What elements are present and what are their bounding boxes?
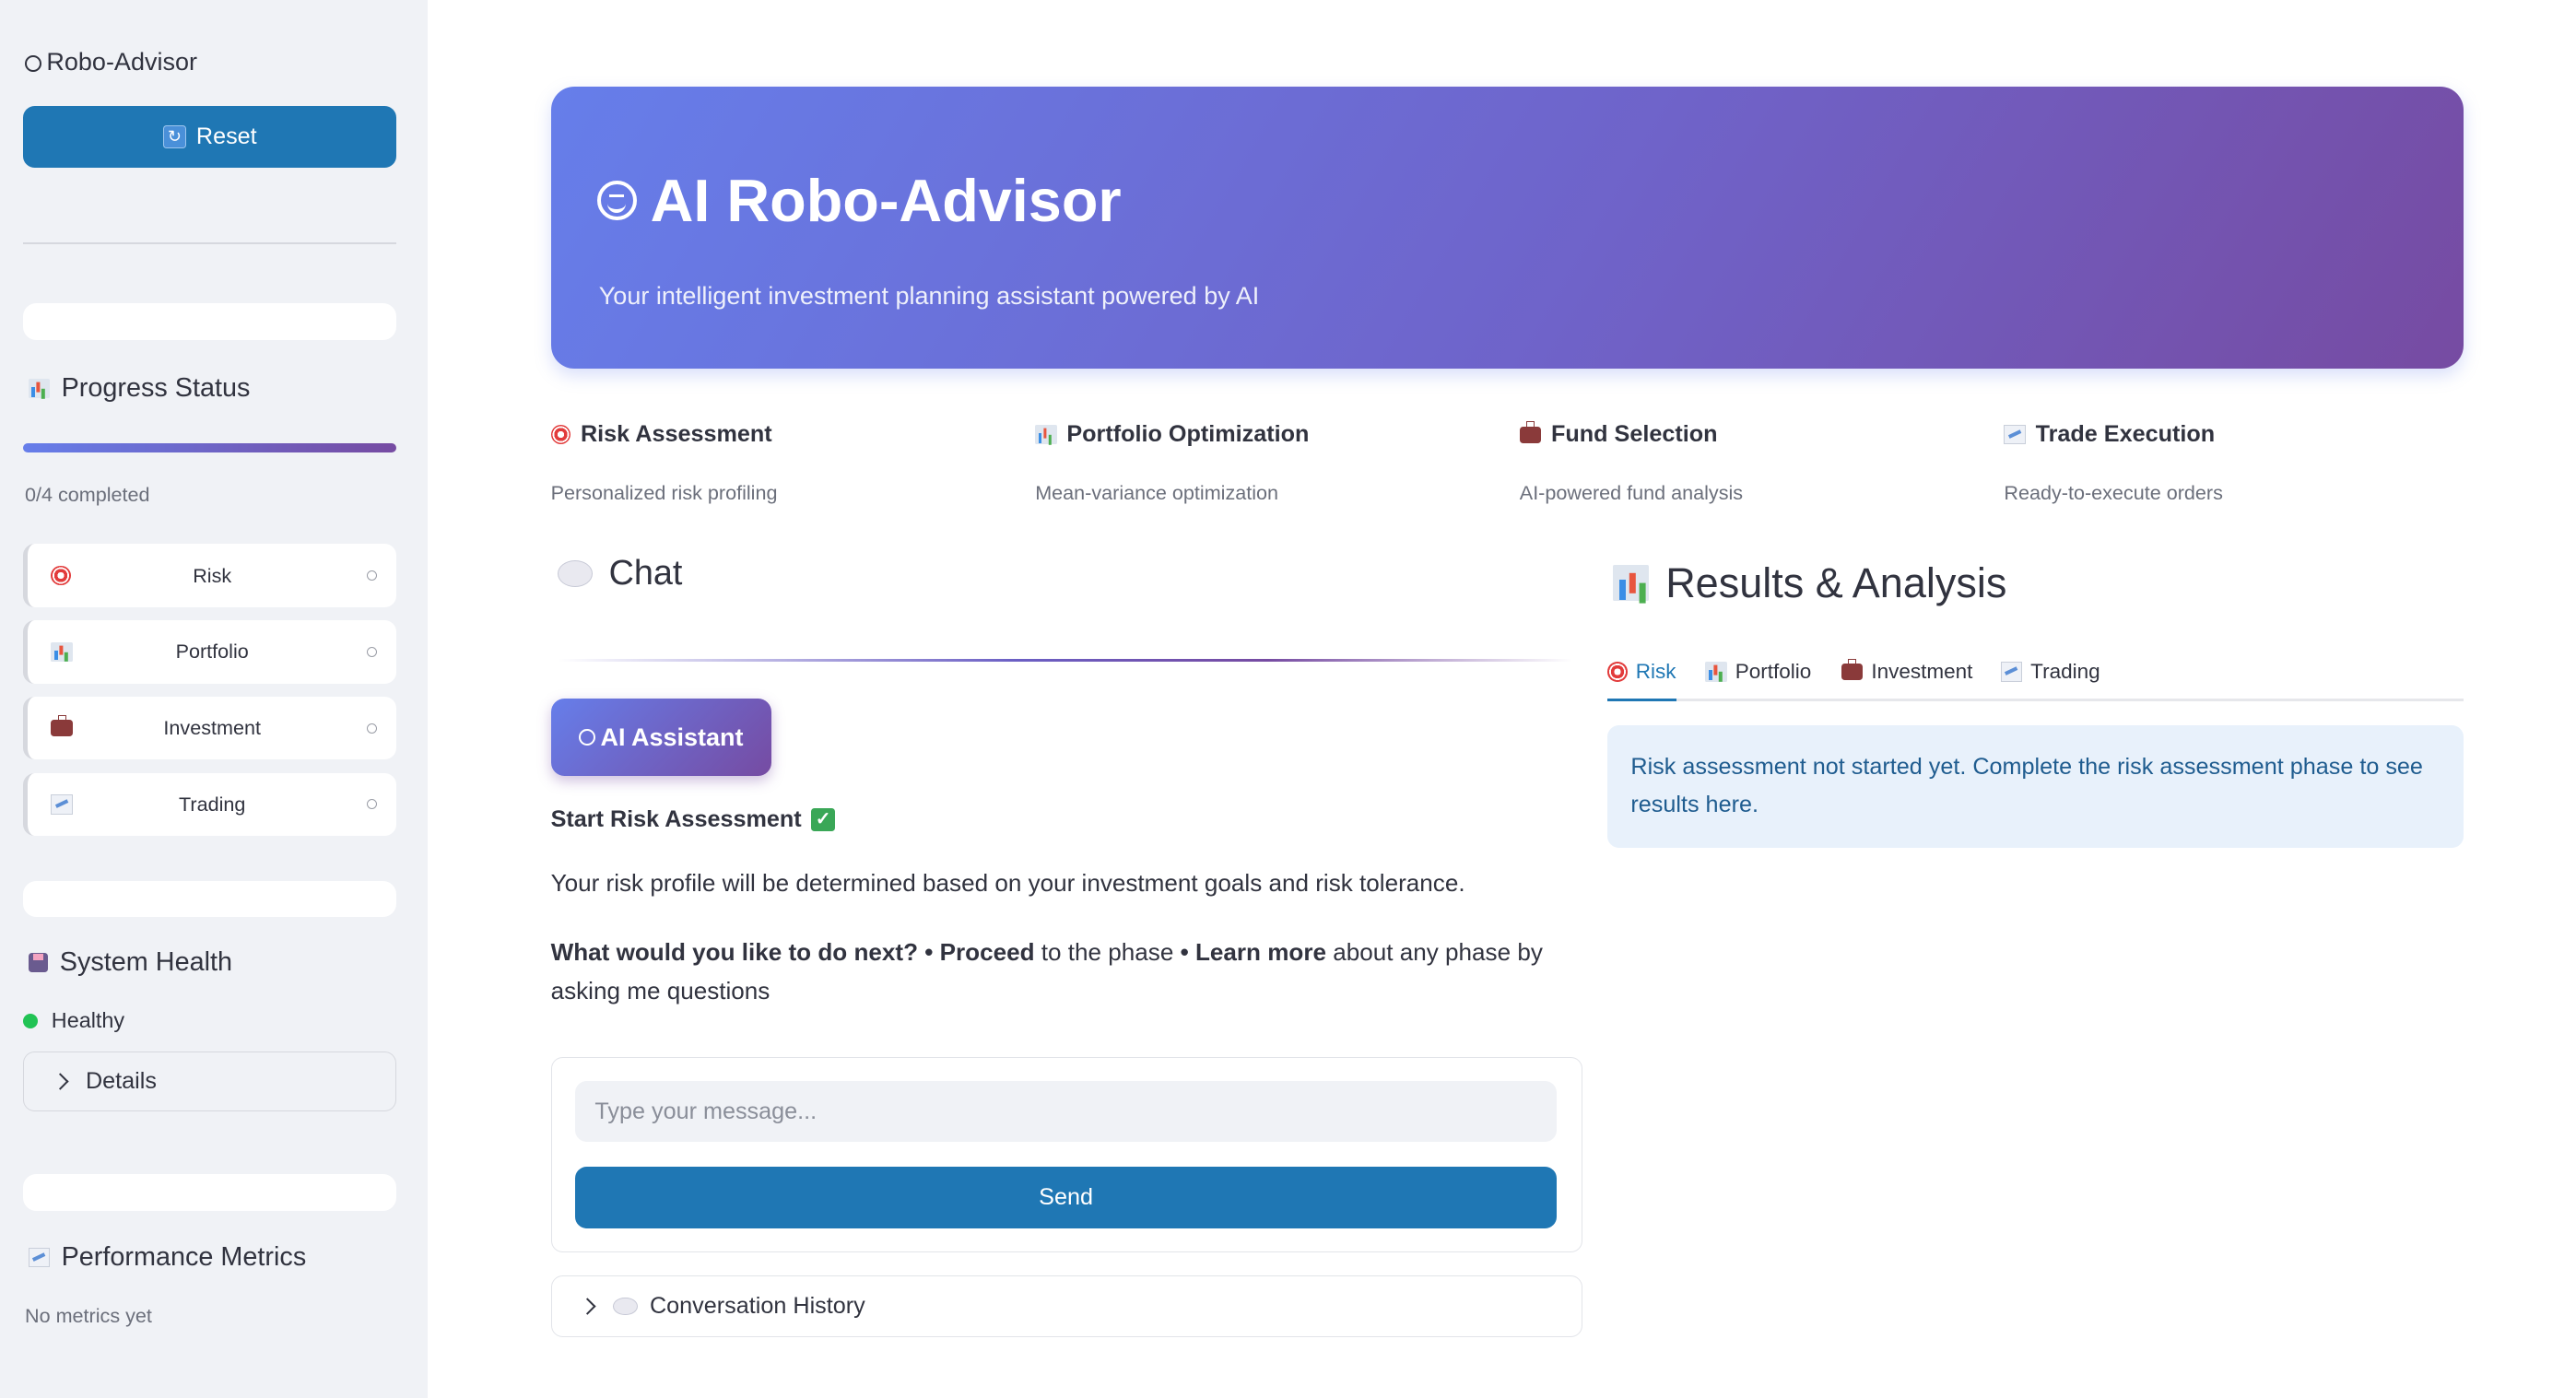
hero-subtitle: Your intelligent investment planning ass… (598, 281, 1260, 310)
floppy-disk-icon (28, 952, 49, 973)
details-label: Details (85, 1068, 157, 1095)
feature-title: Trade Execution (2035, 421, 2216, 448)
feature-portfolio-optimization: Portfolio Optimization Mean-variance opt… (1035, 421, 1309, 505)
phase-item-trading[interactable]: Trading (23, 772, 397, 837)
feature-risk-assessment: Risk Assessment Personalized risk profil… (550, 421, 778, 505)
message-title: Start Risk Assessment ✓ (551, 806, 835, 833)
risk-info-message: Risk assessment not started yet. Complet… (1607, 724, 2464, 848)
pending-circle-icon (366, 646, 377, 657)
sidebar-title: Robo-Advisor (25, 48, 197, 76)
feature-description: Personalized risk profiling (550, 481, 778, 505)
briefcase-icon (1519, 421, 1542, 443)
details-expander[interactable]: Details (23, 1051, 397, 1111)
message-next-steps: What would you like to do next? • Procee… (550, 938, 1543, 1004)
tab-trading[interactable]: Trading (2000, 645, 2100, 699)
sidebar-spacer-card (23, 1174, 397, 1211)
refresh-icon: ↻ (162, 124, 187, 149)
tab-portfolio[interactable]: Portfolio (1705, 645, 1811, 699)
chevron-right-icon (579, 1298, 596, 1315)
feature-trade-execution: Trade Execution Ready-to-execute orders (2004, 421, 2223, 505)
sidebar-spacer-card (23, 303, 397, 340)
ai-assistant-badge: AI Assistant (550, 698, 771, 777)
conversation-history-expander[interactable]: Conversation History (550, 1275, 1583, 1337)
pending-circle-icon (366, 722, 377, 734)
briefcase-icon (51, 714, 73, 737)
phase-item-portfolio[interactable]: Portfolio (23, 620, 397, 684)
message-paragraph: Your risk profile will be determined bas… (550, 869, 1465, 898)
send-button[interactable]: Send (574, 1167, 1558, 1228)
phase-item-investment[interactable]: Investment (23, 697, 397, 760)
robot-face-icon (596, 180, 638, 221)
trend-icon (2000, 662, 2023, 682)
phase-item-label: Trading (179, 792, 246, 816)
speech-bubble-icon (557, 560, 593, 588)
conversation-history-label: Conversation History (649, 1292, 865, 1319)
phase-item-label: Risk (193, 563, 232, 587)
sidebar-divider (23, 241, 397, 244)
reset-button-label: Reset (195, 123, 257, 149)
results-heading: Results & Analysis (1612, 559, 2006, 607)
tab-risk[interactable]: Risk (1607, 645, 1677, 702)
target-icon (550, 424, 571, 445)
chat-heading: Chat (557, 554, 682, 593)
briefcase-icon (1841, 658, 1864, 680)
sidebar-spacer-card (23, 880, 397, 918)
chart-icon (28, 378, 50, 399)
chat-input-form: Send (550, 1056, 1583, 1252)
chart-icon (1612, 564, 1650, 602)
performance-heading: Performance Metrics (28, 1242, 306, 1273)
feature-description: Ready-to-execute orders (2004, 481, 2223, 505)
feature-fund-selection: Fund Selection AI-powered fund analysis (1519, 421, 1744, 505)
health-status-text: Healthy (51, 1008, 125, 1033)
reset-button[interactable]: ↻ Reset (23, 106, 397, 168)
pending-circle-icon (366, 570, 377, 582)
feature-description: Mean-variance optimization (1035, 481, 1279, 505)
chart-icon (1035, 424, 1057, 445)
trend-icon (28, 1247, 50, 1268)
feature-description: AI-powered fund analysis (1519, 481, 1744, 505)
feature-title: Risk Assessment (580, 421, 772, 448)
phase-item-label: Investment (163, 716, 261, 740)
phase-item-label: Portfolio (175, 640, 249, 664)
feature-title: Fund Selection (1550, 421, 1718, 448)
health-status-dot (23, 1013, 39, 1028)
target-icon (1607, 662, 1628, 682)
chart-icon (1705, 662, 1727, 682)
chevron-right-icon (51, 1073, 69, 1090)
trend-icon (2004, 424, 2026, 445)
results-tabs: Risk Portfolio Investment Trading (1607, 645, 2464, 702)
system-health-heading: System Health (28, 947, 232, 978)
phase-item-risk[interactable]: Risk (23, 544, 397, 607)
trend-icon (51, 794, 73, 815)
tab-investment[interactable]: Investment (1841, 645, 1972, 699)
progress-bar (23, 442, 397, 453)
feature-title: Portfolio Optimization (1066, 421, 1310, 448)
check-mark-icon: ✓ (811, 807, 835, 831)
speech-bubble-icon (613, 1297, 639, 1316)
progress-completed-text: 0/4 completed (25, 482, 150, 506)
chat-divider (557, 658, 1573, 663)
hero-title: AI Robo-Advisor (596, 166, 1122, 235)
robot-face-icon (579, 729, 596, 746)
sidebar: Robo-Advisor ↻ Reset Progress Status 0/4… (0, 0, 429, 1398)
robot-face-icon (25, 54, 41, 72)
progress-heading: Progress Status (28, 373, 250, 404)
hero-banner: AI Robo-Advisor Your intelligent investm… (550, 86, 2464, 369)
performance-empty-text: No metrics yet (25, 1303, 152, 1327)
chart-icon (51, 641, 73, 663)
message-input[interactable] (574, 1080, 1558, 1143)
